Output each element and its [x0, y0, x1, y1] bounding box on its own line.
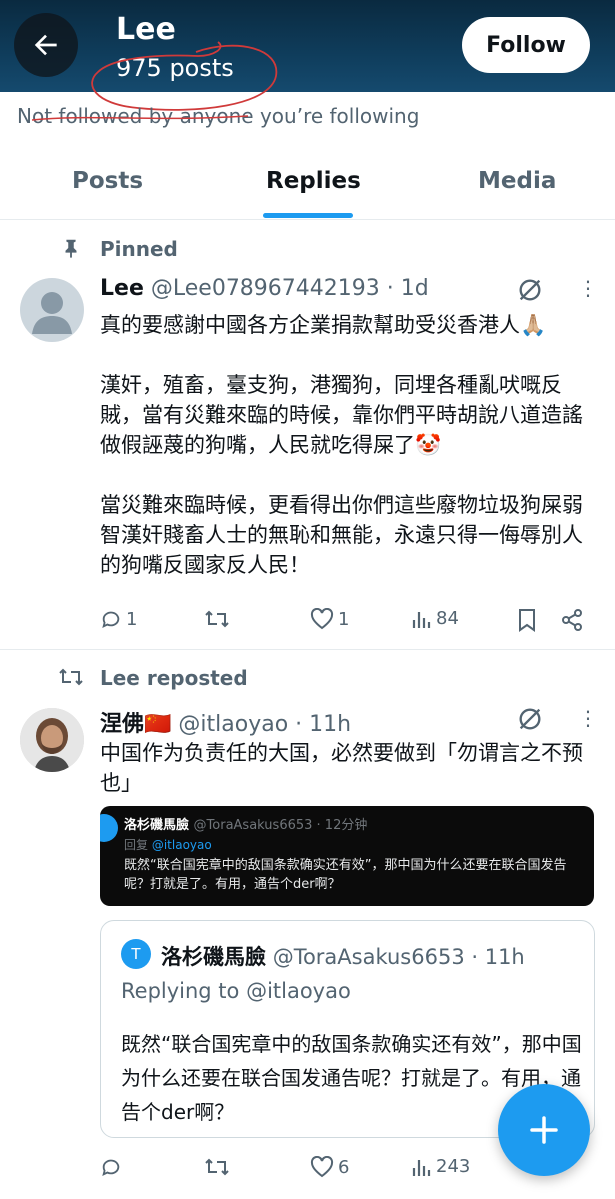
embedded-reply-handle: @itlaoyao: [151, 838, 212, 852]
embedded-reply-line: 回复 @itlaoyao: [124, 836, 212, 853]
views-icon: [412, 1159, 431, 1176]
repost-icon: [205, 1158, 229, 1176]
pin-icon: [65, 239, 77, 259]
reposted-label: Lee reposted: [100, 666, 248, 690]
like-button[interactable]: 1: [310, 608, 349, 630]
reply-button[interactable]: 1: [100, 608, 137, 630]
repost-button[interactable]: [204, 1156, 230, 1178]
repost-icon: [205, 610, 229, 628]
pinned-label: Pinned: [100, 237, 178, 261]
reply-button[interactable]: [100, 1156, 122, 1178]
back-button[interactable]: [14, 13, 78, 77]
like-count: 1: [338, 608, 350, 630]
reply-icon: [102, 1159, 120, 1177]
tab-replies[interactable]: Replies: [266, 168, 361, 194]
embedded-handle-time: @ToraAsakus6653 · 12分钟: [193, 818, 368, 833]
embedded-text: 既然“联合国宪章中的敌国条款确实还有效”，那中国为什么还要在联合国发告呢？打就是…: [124, 858, 567, 892]
post-text: 真的要感謝中國各方企業捐款幫助受災香港人🙏🏼 漢奸，殖畜，臺支狗，港獨狗，同埋各…: [100, 313, 583, 577]
reply-icon: [102, 611, 120, 629]
back-arrow-icon: [34, 34, 57, 56]
bearded-man-avatar-icon: [20, 708, 84, 772]
views-count: 243: [436, 1156, 471, 1177]
embedded-reply-prefix: 回复: [124, 838, 149, 852]
avatar[interactable]: [20, 708, 84, 772]
like-icon: [310, 608, 334, 630]
default-avatar-icon: [32, 292, 72, 334]
views-button[interactable]: 84: [412, 608, 459, 629]
like-button[interactable]: 6: [310, 1156, 349, 1178]
author-handle-time[interactable]: @itlaoyao · 11h: [178, 712, 351, 737]
avatar: T: [121, 939, 151, 969]
grok-icon[interactable]: [516, 705, 544, 733]
quoted-author-line: 洛杉磯馬臉 @ToraAsakus6653 · 11h: [161, 941, 525, 971]
author-name[interactable]: Lee: [100, 276, 144, 301]
more-icon[interactable]: ⋮: [578, 708, 598, 728]
post-author-line[interactable]: Lee @Lee078967442193 · 1d: [100, 276, 429, 301]
tabs-divider: [0, 219, 615, 220]
embedded-screenshot[interactable]: 洛杉磯馬臉 @ToraAsakus6653 · 12分钟 回复 @itlaoya…: [100, 806, 594, 906]
views-button[interactable]: 243: [412, 1156, 470, 1177]
share-icon[interactable]: [560, 608, 584, 632]
grok-icon[interactable]: [516, 276, 544, 304]
active-tab-indicator: [263, 213, 353, 218]
tab-posts[interactable]: Posts: [72, 168, 143, 194]
follow-button[interactable]: Follow: [462, 17, 590, 73]
profile-header: Lee 975 posts Follow: [0, 0, 615, 111]
compose-button[interactable]: [498, 1084, 590, 1176]
compose-plus-icon: [530, 1116, 558, 1144]
post-author-line[interactable]: 涅佛🇨🇳 @itlaoyao · 11h: [100, 706, 351, 738]
avatar[interactable]: [20, 278, 84, 342]
views-icon: [412, 611, 431, 628]
repost-context-icon: [59, 668, 83, 686]
author-name[interactable]: 涅佛🇨🇳: [100, 712, 171, 737]
like-icon: [310, 1156, 334, 1178]
views-count: 84: [436, 608, 459, 629]
post-text: 中国作为负责任的大国，必然要做到「勿谓言之不预也」: [100, 741, 583, 795]
tab-media[interactable]: Media: [478, 168, 556, 194]
repost-button[interactable]: [204, 608, 230, 630]
avatar: [100, 814, 118, 842]
quoted-author-name: 洛杉磯馬臉: [161, 945, 266, 969]
replying-to: Replying to @itlaoyao: [121, 979, 351, 1003]
embedded-author-line: 洛杉磯馬臉 @ToraAsakus6653 · 12分钟: [124, 814, 367, 833]
like-count: 6: [338, 1156, 350, 1178]
more-icon[interactable]: ⋮: [578, 278, 598, 298]
embedded-author-name: 洛杉磯馬臉: [124, 818, 190, 833]
reply-count: 1: [126, 608, 138, 630]
post-divider: [0, 649, 615, 650]
bookmark-icon[interactable]: [516, 608, 538, 632]
author-handle-time[interactable]: @Lee078967442193 · 1d: [151, 276, 429, 301]
red-underline-annotation: [31, 115, 249, 121]
quoted-handle-time: @ToraAsakus6653 · 11h: [272, 945, 525, 969]
